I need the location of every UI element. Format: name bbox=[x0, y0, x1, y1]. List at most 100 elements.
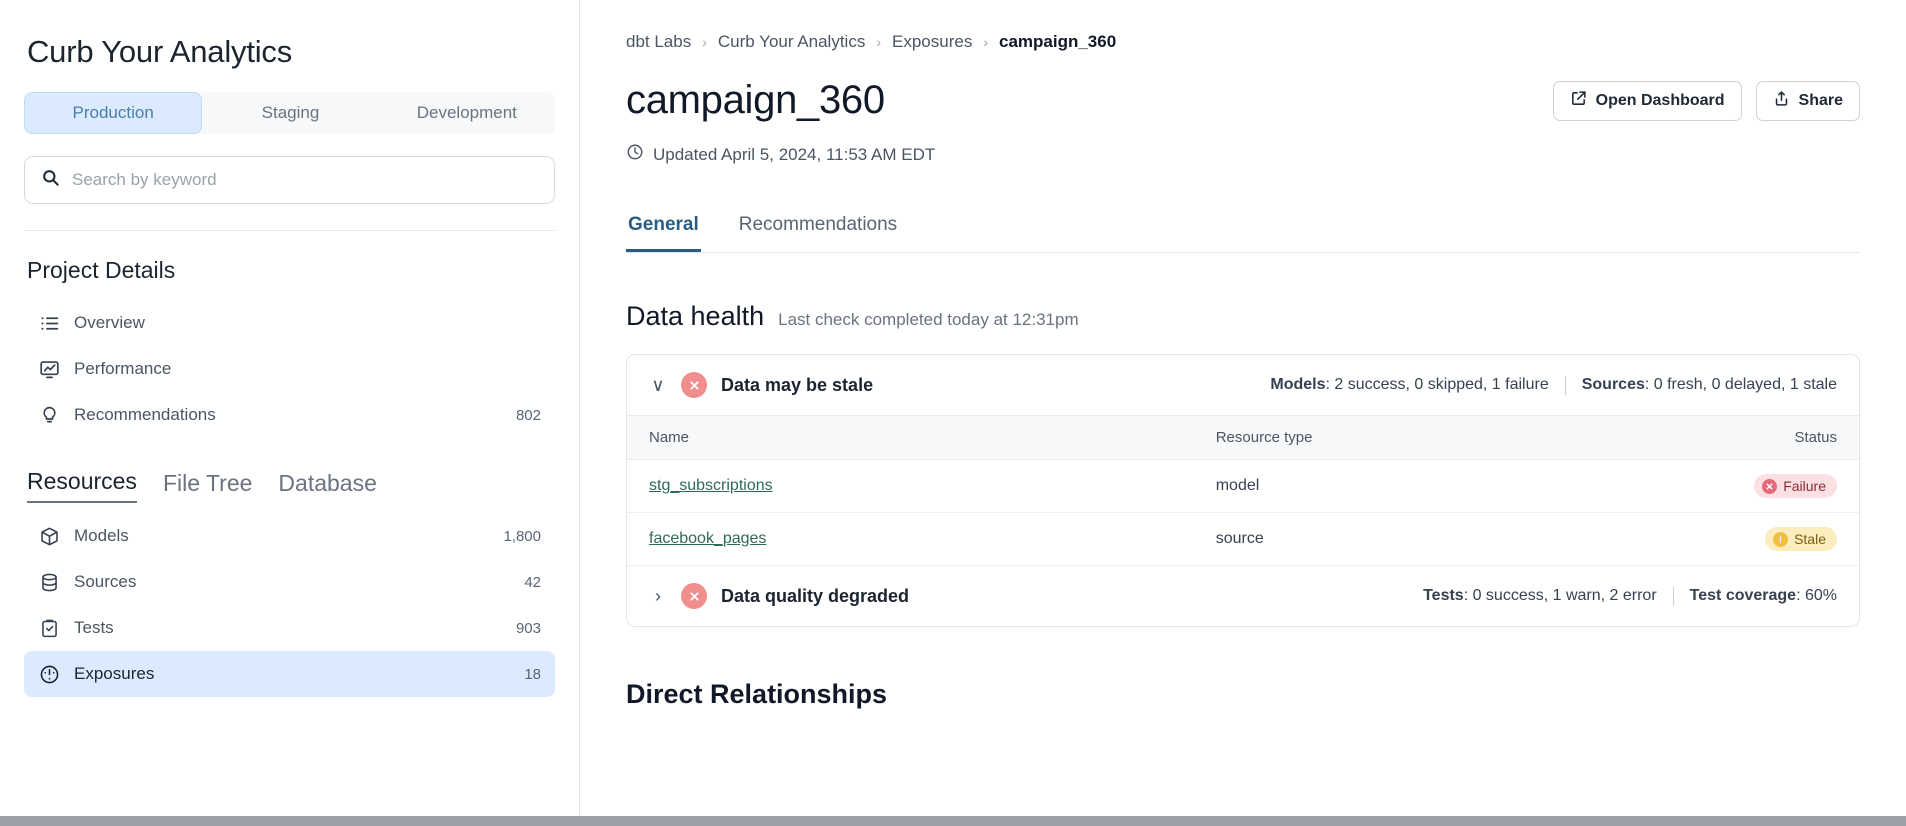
resource-link-facebook-pages[interactable]: facebook_pages bbox=[649, 530, 766, 547]
health-table: Name Resource type Status stg_subscripti… bbox=[627, 415, 1859, 566]
chevron-right-icon: › bbox=[983, 34, 988, 50]
tab-resources[interactable]: Resources bbox=[27, 468, 137, 503]
sidebar: Curb Your Analytics Production Staging D… bbox=[0, 0, 580, 826]
cell-name: stg_subscriptions bbox=[627, 460, 1194, 513]
title-actions: Open Dashboard Share bbox=[1553, 81, 1860, 121]
stat-key: Sources bbox=[1582, 376, 1645, 393]
sidebar-item-count: 802 bbox=[516, 407, 541, 424]
sidebar-item-label: Tests bbox=[74, 618, 502, 638]
share-upload-icon bbox=[1773, 90, 1790, 112]
data-health-subtitle: Last check completed today at 12:31pm bbox=[778, 310, 1079, 330]
tab-recommendations[interactable]: Recommendations bbox=[737, 214, 899, 252]
stat-value: 0 success, 1 warn, 2 error bbox=[1473, 587, 1657, 604]
chevron-right-icon: › bbox=[702, 34, 707, 50]
page-title: campaign_360 bbox=[626, 78, 885, 123]
scrollbar-thumb[interactable] bbox=[0, 816, 1906, 826]
x-circle-icon bbox=[681, 372, 707, 398]
sidebar-item-label: Models bbox=[74, 526, 489, 546]
main-content: dbt Labs › Curb Your Analytics › Exposur… bbox=[580, 0, 1906, 826]
sidebar-item-models[interactable]: Models 1,800 bbox=[24, 513, 555, 559]
breadcrumb-item-curb-your-analytics[interactable]: Curb Your Analytics bbox=[718, 32, 865, 52]
search-box[interactable] bbox=[24, 156, 555, 204]
env-tab-production[interactable]: Production bbox=[24, 92, 202, 134]
search-icon bbox=[41, 168, 60, 192]
breadcrumb: dbt Labs › Curb Your Analytics › Exposur… bbox=[626, 32, 1860, 52]
env-tab-development[interactable]: Development bbox=[379, 92, 555, 134]
stat-divider bbox=[1673, 587, 1674, 606]
status-badge: Failure bbox=[1754, 474, 1837, 498]
table-header-row: Name Resource type Status bbox=[627, 416, 1859, 460]
external-link-icon bbox=[1570, 90, 1587, 112]
gauge-icon bbox=[38, 663, 60, 685]
title-row: campaign_360 Open Dashboard Share bbox=[626, 78, 1860, 123]
lightbulb-icon bbox=[38, 404, 60, 426]
status-badge-label: Stale bbox=[1794, 531, 1826, 547]
stat-key: Tests bbox=[1423, 587, 1464, 604]
sidebar-item-count: 42 bbox=[524, 574, 541, 591]
table-row: facebook_pages source Stale bbox=[627, 513, 1859, 566]
sidebar-divider bbox=[24, 230, 555, 231]
stat-value: 0 fresh, 0 delayed, 1 stale bbox=[1654, 376, 1837, 393]
stat-value: 2 success, 0 skipped, 1 failure bbox=[1334, 376, 1548, 393]
list-icon bbox=[38, 312, 60, 334]
stat-key: Models bbox=[1270, 376, 1325, 393]
sidebar-item-label: Recommendations bbox=[74, 405, 502, 425]
x-circle-icon bbox=[1762, 479, 1777, 494]
health-section-label: Data quality degraded bbox=[721, 586, 1409, 607]
clock-icon bbox=[626, 143, 644, 166]
open-dashboard-button[interactable]: Open Dashboard bbox=[1553, 81, 1742, 121]
chevron-right-icon[interactable]: › bbox=[649, 586, 667, 607]
sidebar-item-overview[interactable]: Overview bbox=[24, 300, 555, 346]
sidebar-item-performance[interactable]: Performance bbox=[24, 346, 555, 392]
sidebar-item-count: 18 bbox=[524, 666, 541, 683]
cube-icon bbox=[38, 525, 60, 547]
tab-file-tree[interactable]: File Tree bbox=[163, 470, 252, 503]
horizontal-scrollbar[interactable] bbox=[0, 816, 1906, 826]
updated-timestamp: Updated April 5, 2024, 11:53 AM EDT bbox=[626, 143, 1860, 166]
cell-name: facebook_pages bbox=[627, 513, 1194, 566]
data-health-title: Data health bbox=[626, 301, 764, 332]
sidebar-item-sources[interactable]: Sources 42 bbox=[24, 559, 555, 605]
x-circle-icon bbox=[681, 583, 707, 609]
cell-status: Stale bbox=[1662, 513, 1859, 566]
search-input[interactable] bbox=[72, 170, 538, 190]
tab-general[interactable]: General bbox=[626, 214, 701, 252]
sidebar-item-tests[interactable]: Tests 903 bbox=[24, 605, 555, 651]
alert-circle-icon bbox=[1773, 532, 1788, 547]
share-button[interactable]: Share bbox=[1756, 81, 1860, 121]
env-tab-staging[interactable]: Staging bbox=[202, 92, 378, 134]
content-tabs: General Recommendations bbox=[626, 214, 1860, 253]
health-table-body: stg_subscriptions model Failure bbox=[627, 460, 1859, 566]
health-section-stats: Models: 2 success, 0 skipped, 1 failure … bbox=[1270, 376, 1837, 395]
health-section-data-may-be-stale[interactable]: ∨ Data may be stale Models: 2 success, 0… bbox=[627, 355, 1859, 415]
direct-relationships-title: Direct Relationships bbox=[626, 679, 1860, 710]
stat-key: Test coverage bbox=[1690, 587, 1796, 604]
chevron-down-icon[interactable]: ∨ bbox=[649, 375, 667, 396]
resource-tabs: Resources File Tree Database bbox=[27, 468, 555, 503]
sidebar-item-count: 903 bbox=[516, 620, 541, 637]
project-title: Curb Your Analytics bbox=[27, 34, 555, 70]
resource-link-stg-subscriptions[interactable]: stg_subscriptions bbox=[649, 477, 773, 494]
tab-database[interactable]: Database bbox=[278, 470, 376, 503]
breadcrumb-item-campaign-360: campaign_360 bbox=[999, 32, 1116, 52]
health-section-data-quality-degraded[interactable]: › Data quality degraded Tests: 0 success… bbox=[627, 566, 1859, 626]
column-header-name: Name bbox=[627, 416, 1194, 460]
monitor-chart-icon bbox=[38, 358, 60, 380]
cell-status: Failure bbox=[1662, 460, 1859, 513]
sidebar-item-label: Sources bbox=[74, 572, 510, 592]
sidebar-item-label: Exposures bbox=[74, 664, 510, 684]
chevron-right-icon: › bbox=[876, 34, 881, 50]
breadcrumb-item-dbt-labs[interactable]: dbt Labs bbox=[626, 32, 691, 52]
stat-value: 60% bbox=[1805, 587, 1837, 604]
sidebar-item-exposures[interactable]: Exposures 18 bbox=[24, 651, 555, 697]
open-dashboard-label: Open Dashboard bbox=[1596, 92, 1725, 110]
status-badge: Stale bbox=[1765, 527, 1837, 551]
health-table-head: Name Resource type Status bbox=[627, 416, 1859, 460]
sidebar-item-recommendations[interactable]: Recommendations 802 bbox=[24, 392, 555, 438]
column-header-resource-type: Resource type bbox=[1194, 416, 1662, 460]
share-label: Share bbox=[1799, 92, 1843, 110]
sidebar-item-label: Performance bbox=[74, 359, 527, 379]
environment-tabs: Production Staging Development bbox=[24, 92, 555, 134]
data-health-header: Data health Last check completed today a… bbox=[626, 301, 1860, 332]
breadcrumb-item-exposures[interactable]: Exposures bbox=[892, 32, 972, 52]
